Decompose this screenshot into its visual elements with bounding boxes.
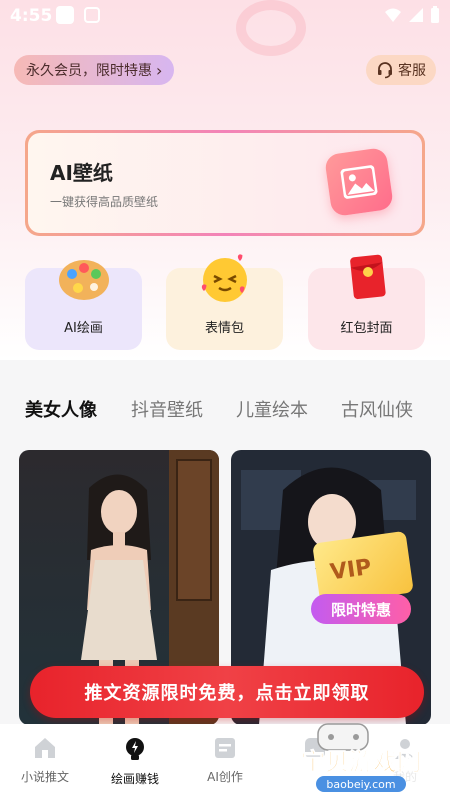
battery-icon (431, 6, 439, 23)
banner-subtitle: 一键获得高品质壁纸 (50, 195, 159, 209)
nav-label: 小说推文 (20, 770, 69, 784)
free-resource-promo-button[interactable]: 推文资源限时免费，点击立即领取 (30, 666, 424, 718)
feature-ai-painting[interactable]: AI绘画 (25, 260, 142, 350)
vip-promo-label: 永久会员，限时特惠 (26, 63, 152, 79)
feature-label: 表情包 (204, 321, 244, 336)
feature-emoji-pack[interactable]: 表情包 (166, 254, 283, 350)
feature-red-envelope[interactable]: 红包封面 (308, 254, 425, 350)
emoji-icon (201, 254, 247, 302)
feature-label: 红包封面 (340, 321, 393, 336)
nav-label: AI创作 (207, 770, 243, 784)
signal-icon (409, 8, 423, 22)
notification-icon (56, 6, 74, 24)
banner-title: AI壁纸 (50, 161, 113, 185)
headset-icon (378, 62, 392, 79)
status-bar: 4:55 (0, 0, 450, 32)
nav-item-draw-earn[interactable]: 绘画赚钱 (90, 736, 180, 787)
status-time: 4:55 (10, 6, 53, 26)
nav-item-novel-push[interactable]: 小说推文 (0, 736, 90, 785)
lightbulb-icon (126, 738, 144, 760)
feature-label: AI绘画 (64, 321, 103, 336)
banner-body: AI壁纸 一键获得高品质壁纸 (28, 133, 422, 233)
wifi-icon (385, 8, 401, 22)
home-icon (35, 738, 55, 758)
limited-offer-badge[interactable]: 限时特惠 (311, 594, 411, 624)
red-envelope-icon (349, 254, 386, 300)
customer-service-button[interactable]: 客服 (366, 55, 436, 85)
watermark-logo: 宝贝游戏网 baobeiy.com (276, 718, 446, 796)
tab-ancient-fantasy[interactable]: 古风仙侠 (341, 396, 413, 422)
chevron-right-icon: › (156, 60, 163, 80)
vip-promo-button[interactable]: 永久会员，限时特惠 › (14, 55, 175, 85)
watermark-image: 宝贝游戏网 baobeiy.com (289, 723, 433, 794)
app-notification-icon (84, 7, 100, 23)
palette-icon (58, 260, 109, 300)
customer-service-label: 客服 (398, 63, 426, 79)
nav-item-ai-create[interactable]: AI创作 (180, 736, 270, 785)
svg-text:宝贝游戏网: 宝贝游戏网 (301, 748, 421, 776)
svg-text:baobeiy.com: baobeiy.com (326, 778, 395, 791)
ai-wallpaper-banner[interactable]: AI壁纸 一键获得高品质壁纸 (25, 130, 425, 236)
tab-children-picture-book[interactable]: 儿童绘本 (236, 396, 308, 422)
nav-label: 绘画赚钱 (110, 772, 159, 786)
tab-beauty-portrait[interactable]: 美女人像 (25, 396, 97, 422)
category-tabs: 美女人像 抖音壁纸 儿童绘本 古风仙侠 (0, 360, 450, 450)
tab-douyin-wallpaper[interactable]: 抖音壁纸 (131, 396, 203, 422)
image-icon (323, 146, 395, 218)
document-icon (215, 738, 235, 758)
